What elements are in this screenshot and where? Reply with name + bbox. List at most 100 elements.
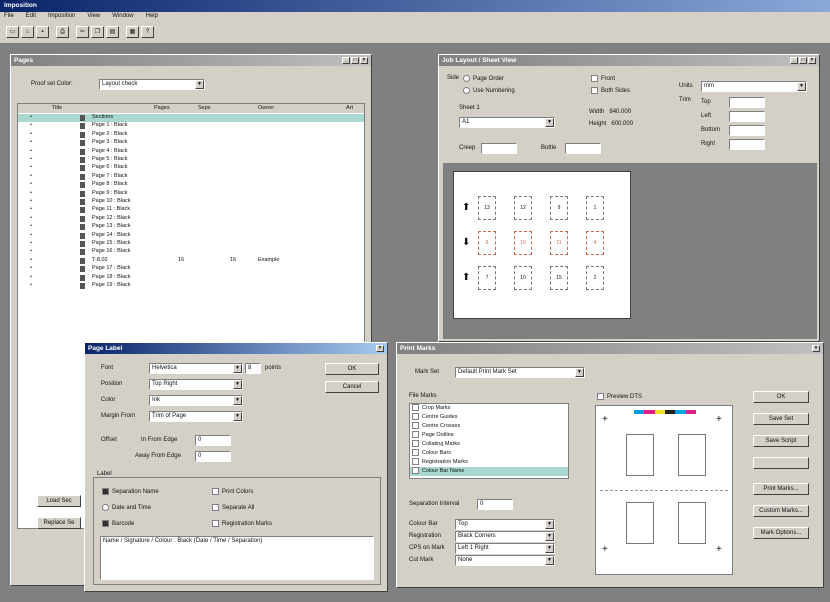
table-row[interactable]: • Page 2 : Black — [18, 131, 364, 139]
menu-help[interactable]: Help — [146, 13, 158, 21]
margin-select[interactable]: Trim of Page ▼ — [149, 411, 243, 422]
crop-marks-select[interactable]: Left 1 Right ▼ — [455, 543, 555, 554]
page-thumb[interactable]: 2 — [586, 266, 604, 290]
open-icon[interactable]: ⌂ — [21, 26, 34, 38]
table-row[interactable]: • Page 3 : Black — [18, 139, 364, 147]
cancel-button[interactable]: Cancel — [325, 381, 379, 393]
label-text-field[interactable]: Name / Signature / Colour : Black (Date … — [100, 536, 374, 580]
bottom-input[interactable] — [729, 125, 765, 136]
option-registration-marks[interactable]: Registration Marks — [212, 520, 272, 527]
custom-marks-button[interactable]: Custom Marks... — [753, 505, 809, 517]
from-fold-input[interactable]: 0 — [195, 451, 231, 462]
table-row[interactable]: • Page 16 : Black — [18, 248, 364, 256]
bottle-input[interactable] — [565, 143, 601, 154]
minimize-icon[interactable]: _ — [342, 57, 350, 64]
load-section-button[interactable]: Load Sec — [37, 495, 81, 507]
table-row[interactable]: • Page 19 : Black — [18, 282, 364, 290]
table-row[interactable]: • Page 18 : Black — [18, 274, 364, 282]
page-thumb[interactable]: 9 — [550, 196, 568, 220]
list-item[interactable]: Colour Bars — [410, 449, 568, 458]
ok-button[interactable]: OK — [325, 363, 379, 375]
minimize-icon[interactable]: _ — [790, 57, 798, 64]
page-thumb[interactable]: 4 — [586, 231, 604, 255]
creep-input[interactable] — [481, 143, 517, 154]
side-option-page-order[interactable]: Page Order — [463, 75, 504, 82]
table-row[interactable]: • Page 11 : Black — [18, 206, 364, 214]
close-icon[interactable]: × — [808, 57, 816, 64]
page-thumb[interactable]: 13 — [478, 196, 496, 220]
new-icon[interactable]: ▭ — [6, 26, 19, 38]
table-row[interactable]: • Page 13 : Black — [18, 223, 364, 231]
paste-icon[interactable]: ▤ — [106, 26, 119, 38]
table-row[interactable]: • Page 4 : Black — [18, 148, 364, 156]
column-pages[interactable]: Pages — [154, 105, 170, 111]
table-row[interactable]: • T-8.02 16 16 Example — [18, 257, 364, 265]
view-option-both[interactable]: Both Sides — [591, 87, 630, 94]
blank-button[interactable] — [753, 457, 809, 469]
table-row[interactable]: • Page 7 : Black — [18, 173, 364, 181]
colour-bar-select[interactable]: Top ▼ — [455, 519, 555, 530]
close-icon[interactable]: × — [360, 57, 368, 64]
option-print-colors[interactable]: Print Colors — [212, 488, 253, 495]
right-input[interactable] — [729, 139, 765, 150]
color-select[interactable]: Ink ▼ — [149, 395, 243, 406]
separation-interval-input[interactable]: 0 — [477, 499, 513, 510]
replace-section-button[interactable]: Replace Se — [37, 517, 81, 529]
ok-button[interactable]: OK — [753, 391, 809, 403]
side-option-numbering[interactable]: Use Numbering — [463, 87, 515, 94]
table-row[interactable]: • Page 17 : Black — [18, 265, 364, 273]
column-owner[interactable]: Owner — [258, 105, 274, 111]
list-item[interactable]: Collating Marks — [410, 440, 568, 449]
position-select[interactable]: Top Right ▼ — [149, 379, 243, 390]
help-icon[interactable]: ? — [141, 26, 154, 38]
menu-edit[interactable]: Edit — [26, 13, 36, 21]
page-thumb[interactable]: 10 — [514, 266, 532, 290]
mark-options-button[interactable]: Mark Options... — [753, 527, 809, 539]
page-thumb[interactable]: 11 — [550, 231, 568, 255]
from-trim-input[interactable]: 0 — [195, 435, 231, 446]
table-row[interactable]: • Sections — [18, 114, 364, 122]
table-row[interactable]: • Page 6 : Black — [18, 164, 364, 172]
print-marks-button[interactable]: Print Marks... — [753, 483, 809, 495]
table-row[interactable]: • Page 9 : Black — [18, 190, 364, 198]
left-input[interactable] — [729, 111, 765, 122]
table-row[interactable]: • Page 8 : Black — [18, 181, 364, 189]
option-separation-name[interactable]: Separation Name — [102, 488, 159, 495]
registration-select[interactable]: Black Corners ▼ — [455, 531, 555, 542]
maximize-icon[interactable]: □ — [351, 57, 359, 64]
cut-mark-select[interactable]: None ▼ — [455, 555, 555, 566]
option-barcode[interactable]: Barcode — [102, 520, 134, 527]
sheet-select[interactable]: A1 ▼ — [459, 117, 555, 128]
save-icon[interactable]: ▪ — [36, 26, 49, 38]
save-script-button[interactable]: Save Script — [753, 435, 809, 447]
list-item[interactable]: Centre Guides — [410, 413, 568, 422]
page-thumb[interactable]: 6 — [478, 231, 496, 255]
marks-list[interactable]: Crop Marks Centre Guides Centre Crosses … — [409, 403, 569, 479]
table-row[interactable]: • Page 12 : Black — [18, 215, 364, 223]
page-thumb[interactable]: 15 — [550, 266, 568, 290]
copy-icon[interactable]: ❐ — [91, 26, 104, 38]
menu-imposition[interactable]: Imposition — [48, 13, 75, 21]
proof-set-select[interactable]: Layout check ▼ — [99, 79, 205, 90]
font-select[interactable]: Helvetica ▼ — [149, 363, 243, 374]
page-thumb[interactable]: 12 — [514, 196, 532, 220]
table-row[interactable]: • Page 15 : Black — [18, 240, 364, 248]
save-set-button[interactable]: Save Set — [753, 413, 809, 425]
table-row[interactable]: • Page 14 : Black — [18, 232, 364, 240]
font-size-input[interactable]: 8 — [245, 363, 261, 374]
list-item-selected[interactable]: Colour Bar Name — [410, 467, 568, 476]
table-row[interactable]: • Page 1 : Black — [18, 122, 364, 130]
mark-set-select[interactable]: Default Print Mark Set ▼ — [455, 367, 585, 378]
page-thumb[interactable]: 7 — [478, 266, 496, 290]
column-title[interactable]: Title — [52, 105, 62, 111]
option-date-time[interactable]: Date and Time — [102, 504, 151, 511]
list-item[interactable]: Registration Marks — [410, 458, 568, 467]
top-input[interactable] — [729, 97, 765, 108]
menu-view[interactable]: View — [87, 13, 100, 21]
table-row[interactable]: • Page 5 : Black — [18, 156, 364, 164]
maximize-icon[interactable]: □ — [799, 57, 807, 64]
list-item[interactable]: Page Outline — [410, 431, 568, 440]
cut-icon[interactable]: ✂ — [76, 26, 89, 38]
page-thumb[interactable]: 1 — [586, 196, 604, 220]
menu-file[interactable]: File — [4, 13, 14, 21]
